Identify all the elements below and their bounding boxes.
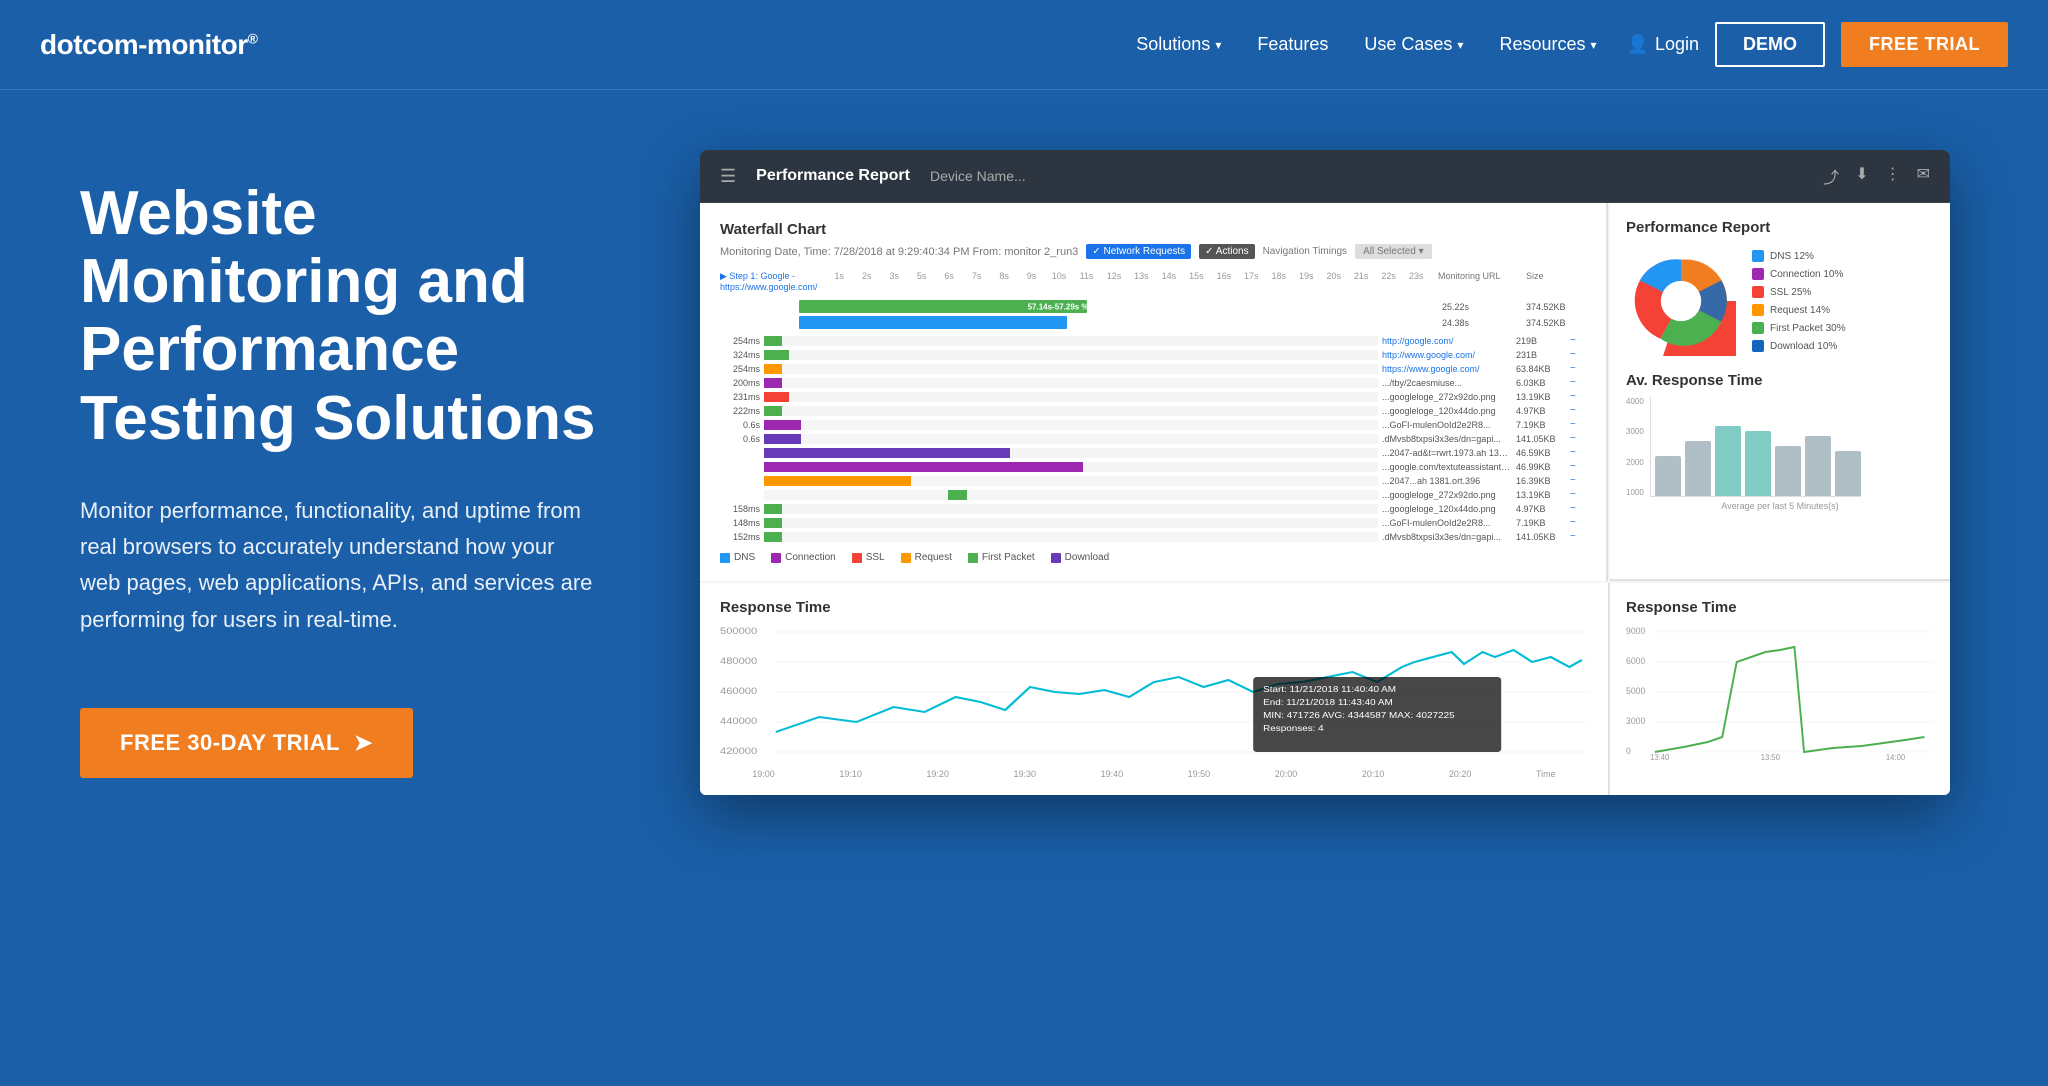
dashboard-topbar: ☰ Performance Report Device Name... ⤴ ⬇ … <box>700 150 1950 203</box>
avg-response-title: Av. Response Time <box>1626 372 1934 389</box>
performance-report-panel: Performance Report <box>1610 203 1950 581</box>
close-icon[interactable]: ✉ <box>1917 164 1930 188</box>
waterfall-bars: 254ms http://google.com/ 219B ~ 324ms <box>720 335 1586 542</box>
wf-row: ...2047...ah 1381.ort.396 16.39KB ~ <box>720 475 1586 486</box>
arrow-icon: ➤ <box>354 730 373 756</box>
svg-text:9000: 9000 <box>1626 626 1645 636</box>
topbar-device: Device Name... <box>930 168 1026 184</box>
waterfall-panel: Waterfall Chart Monitoring Date, Time: 7… <box>700 203 1608 581</box>
svg-text:6000: 6000 <box>1626 656 1645 666</box>
bar-chart: 4000 3000 2000 1000 <box>1626 397 1934 497</box>
line-chart-left: 500000 480000 460000 440000 420000 <box>720 622 1588 779</box>
topbar-title: Performance Report <box>756 167 910 185</box>
svg-text:3000: 3000 <box>1626 716 1645 726</box>
nav-features[interactable]: Features <box>1257 34 1328 55</box>
wf-row: 200ms .../tby/2caesmiuse... 6.03KB ~ <box>720 377 1586 388</box>
svg-text:Start: 11/21/2018 11:40:40 AM: Start: 11/21/2018 11:40:40 AM <box>1263 685 1396 694</box>
wf-row: ...googleloge_272x92do.png 13.19KB ~ <box>720 489 1586 500</box>
nav-resources[interactable]: Resources ▾ <box>1499 34 1596 55</box>
pie-chart <box>1626 246 1736 356</box>
response-time-left-title: Response Time <box>720 599 1588 616</box>
svg-text:440000: 440000 <box>720 717 758 727</box>
wf-row: 158ms ...googleloge_120x44do.png 4.97KB … <box>720 503 1586 514</box>
hero-cta-button[interactable]: FREE 30-DAY TRIAL ➤ <box>80 708 413 778</box>
hero-subtext: Monitor performance, functionality, and … <box>80 493 600 638</box>
svg-text:MIN: 471726 AVG: 4344587 MAX:: MIN: 471726 AVG: 4344587 MAX: 4027225 <box>1263 711 1454 720</box>
waterfall-meta: Monitoring Date, Time: 7/28/2018 at 9:29… <box>720 244 1586 259</box>
chevron-down-icon: ▾ <box>1591 38 1597 52</box>
bar-chart-bar <box>1655 456 1681 496</box>
download-icon[interactable]: ⬇ <box>1855 164 1868 188</box>
chevron-down-icon: ▾ <box>1215 38 1221 52</box>
wf-row: ...google.com/textuteassistant/ia.png 46… <box>720 461 1586 472</box>
wf-row: 152ms .dMvsb8txpsi3x3es/dn=gapi... 141.0… <box>720 531 1586 542</box>
response-time-left-panel: Response Time 500000 480000 460000 44000… <box>700 583 1608 795</box>
svg-text:Responses: 4: Responses: 4 <box>1263 724 1324 733</box>
wf-row: 254ms https://www.google.com/ 63.84KB ~ <box>720 363 1586 374</box>
wf-row: 254ms http://google.com/ 219B ~ <box>720 335 1586 346</box>
brand-name: dotcom-monitor <box>40 29 248 60</box>
svg-text:420000: 420000 <box>720 747 758 757</box>
free-trial-nav-button[interactable]: FREE TRIAL <box>1841 22 2008 67</box>
nav-actions: 👤 Login DEMO FREE TRIAL <box>1627 22 2008 67</box>
nav-solutions[interactable]: Solutions ▾ <box>1136 34 1221 55</box>
dashboard-mockup: ☰ Performance Report Device Name... ⤴ ⬇ … <box>700 150 1988 795</box>
nav-use-cases[interactable]: Use Cases ▾ <box>1364 34 1463 55</box>
navbar: dotcom-monitor® Solutions ▾ Features Use… <box>0 0 2048 90</box>
wf-row: 231ms ...googleloge_272x92do.png 13.19KB… <box>720 391 1586 402</box>
report-icon: ☰ <box>720 166 736 187</box>
user-icon: 👤 <box>1627 34 1649 55</box>
share-icon[interactable]: ⤴ <box>1823 164 1839 188</box>
bottom-charts-row: Response Time 500000 480000 460000 44000… <box>700 583 1950 795</box>
svg-text:5000: 5000 <box>1626 686 1645 696</box>
wf-row: 0.6s ...GoFI-mulenOoId2e2R8... 7.19KB ~ <box>720 419 1586 430</box>
big-bar-row-2: 24.38s 374.52KB <box>720 316 1586 329</box>
wf-row: 148ms ...GoFI-mulenOoId2e2R8... 7.19KB ~ <box>720 517 1586 528</box>
svg-text:460000: 460000 <box>720 687 758 697</box>
svg-text:13:40: 13:40 <box>1650 753 1670 762</box>
chart-x-axis: 19:00 19:10 19:20 19:30 19:40 19:50 20:0… <box>720 769 1588 779</box>
chevron-down-icon: ▾ <box>1457 38 1463 52</box>
brand-trademark: ® <box>248 30 258 46</box>
dashboard-wrapper: ☰ Performance Report Device Name... ⤴ ⬇ … <box>700 150 1950 795</box>
svg-text:480000: 480000 <box>720 657 758 667</box>
bar-chart-bar <box>1685 441 1711 496</box>
svg-text:End: 11/21/2018 11:43:40 AM: End: 11/21/2018 11:43:40 AM <box>1263 698 1393 707</box>
wf-row: 222ms ...googleloge_120x44do.png 4.97KB … <box>720 405 1586 416</box>
response-time-right-title: Response Time <box>1626 599 1934 616</box>
big-bar-row-1: 57.14s-57.29s % 25.22s 374.52KB <box>720 300 1586 313</box>
avg-response-footer: Average per last 5 Minutes(s) <box>1626 501 1934 511</box>
logo: dotcom-monitor® <box>40 29 257 61</box>
more-icon[interactable]: ⋮ <box>1885 164 1901 188</box>
waterfall-title: Waterfall Chart <box>720 221 1586 238</box>
wf-row: ...2047-ad&t=rwrt.1973.ah 1381.ort.2954 … <box>720 447 1586 458</box>
svg-text:13:50: 13:50 <box>1761 753 1781 762</box>
bar-chart-bar <box>1745 431 1771 496</box>
nav-links: Solutions ▾ Features Use Cases ▾ Resourc… <box>1136 34 1596 55</box>
demo-button[interactable]: DEMO <box>1715 22 1825 67</box>
bar-chart-bar <box>1715 426 1741 496</box>
svg-text:500000: 500000 <box>720 627 758 637</box>
hero-left: Website Monitoring and Performance Testi… <box>80 150 640 778</box>
svg-text:0: 0 <box>1626 746 1631 756</box>
hero-headline: Website Monitoring and Performance Testi… <box>80 180 640 453</box>
pie-legend: DNS 12% Connection 10% SSL 25% Request 1… <box>1752 250 1846 352</box>
wf-row: 324ms http://www.google.com/ 231B ~ <box>720 349 1586 360</box>
perf-report-title: Performance Report <box>1626 219 1934 236</box>
hero-section: Website Monitoring and Performance Testi… <box>0 90 2048 1086</box>
dashboard-body: Waterfall Chart Monitoring Date, Time: 7… <box>700 203 1950 583</box>
timeline-header: ▶ Step 1: Google - https://www.google.co… <box>720 271 1586 292</box>
response-time-right-panel: Response Time 9000 6000 5000 3000 0 <box>1610 583 1950 795</box>
avg-response-time: Av. Response Time 4000 3000 2000 1000 <box>1626 372 1934 511</box>
filter-select[interactable]: All Selected ▾ <box>1355 244 1432 259</box>
bar-chart-bar <box>1805 436 1831 496</box>
topbar-actions: ⤴ ⬇ ⋮ ✉ <box>1823 164 1930 188</box>
svg-text:14:00: 14:00 <box>1886 753 1906 762</box>
pie-chart-container: DNS 12% Connection 10% SSL 25% Request 1… <box>1626 246 1934 356</box>
waterfall-legend: DNS Connection SSL Request First Packet … <box>720 552 1586 563</box>
wf-row: 0.6s .dMvsb8txpsi3x3es/dn=gapi... 141.05… <box>720 433 1586 444</box>
bar-chart-bar <box>1775 446 1801 496</box>
bar-chart-bar <box>1835 451 1861 496</box>
login-button[interactable]: 👤 Login <box>1627 34 1699 55</box>
